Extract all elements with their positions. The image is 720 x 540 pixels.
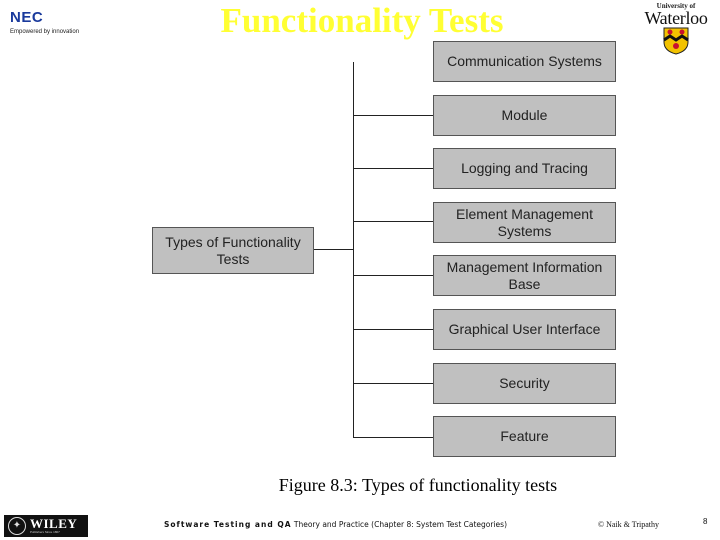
page-number: 8 bbox=[703, 517, 708, 526]
node-feature: Feature bbox=[433, 416, 616, 457]
node-security: Security bbox=[433, 363, 616, 404]
wiley-logo: ✦ WILEY Publishers Since 1807 bbox=[4, 515, 88, 537]
root-node: Types of Functionality Tests bbox=[152, 227, 314, 274]
footer-book-title: Software Testing and QA Theory and Pract… bbox=[164, 520, 507, 530]
branch-connector-mib bbox=[353, 275, 433, 276]
branch-connector-security bbox=[353, 383, 433, 384]
branch-connector-logging bbox=[353, 168, 433, 169]
footer-copyright: © Naik & Tripathy bbox=[598, 520, 659, 529]
footer-book-title-rest: Theory and Practice (Chapter 8: System T… bbox=[291, 520, 507, 529]
wiley-emblem-icon: ✦ bbox=[8, 517, 26, 535]
branch-connector-element-management bbox=[353, 221, 433, 222]
functionality-tests-diagram: Types of Functionality Tests Communicati… bbox=[0, 0, 720, 540]
root-connector bbox=[313, 249, 354, 250]
figure-caption: Figure 8.3: Types of functionality tests bbox=[278, 475, 558, 495]
node-module: Module bbox=[433, 95, 616, 136]
branch-connector-module bbox=[353, 115, 433, 116]
node-management-information-base: Management Information Base bbox=[433, 255, 616, 296]
node-communication-systems: Communication Systems bbox=[433, 41, 616, 82]
node-logging-and-tracing: Logging and Tracing bbox=[433, 148, 616, 189]
node-element-management-systems: Element Management Systems bbox=[433, 202, 616, 243]
branch-connector-feature bbox=[353, 437, 433, 438]
branch-connector-gui bbox=[353, 329, 433, 330]
wiley-wordmark: WILEY bbox=[30, 516, 78, 531]
node-graphical-user-interface: Graphical User Interface bbox=[433, 309, 616, 350]
vertical-trunk bbox=[353, 62, 354, 438]
footer-book-title-bold: Software Testing and QA bbox=[164, 520, 292, 529]
